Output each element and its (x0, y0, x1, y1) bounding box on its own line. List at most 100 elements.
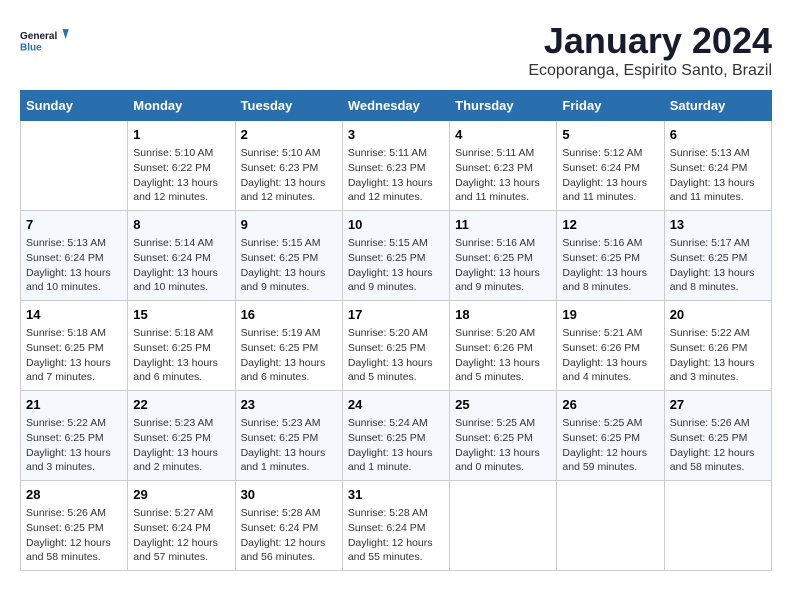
day-number: 2 (241, 126, 337, 144)
calendar-cell (450, 481, 557, 571)
day-number: 6 (670, 126, 766, 144)
day-info: Sunrise: 5:15 AM Sunset: 6:25 PM Dayligh… (348, 236, 444, 295)
calendar-week-row: 28Sunrise: 5:26 AM Sunset: 6:25 PM Dayli… (21, 481, 772, 571)
day-info: Sunrise: 5:18 AM Sunset: 6:25 PM Dayligh… (133, 326, 229, 385)
calendar-cell: 17 Sunrise: 5:20 AM Sunset: 6:25 PM Dayli… (342, 301, 449, 391)
day-info: Sunrise: 5:15 AM Sunset: 6:25 PM Dayligh… (241, 236, 337, 295)
day-info: Sunrise: 5:23 AM Sunset: 6:25 PM Dayligh… (133, 416, 229, 475)
day-number: 11 (455, 216, 551, 234)
day-number: 7 (26, 216, 122, 234)
calendar-cell (664, 481, 771, 571)
calendar-cell: 22 Sunrise: 5:23 AM Sunset: 6:25 PM Dayli… (128, 391, 235, 481)
calendar-cell: 9 Sunrise: 5:15 AM Sunset: 6:25 PM Daylig… (235, 211, 342, 301)
calendar-cell: 23 Sunrise: 5:23 AM Sunset: 6:25 PM Dayli… (235, 391, 342, 481)
day-info: Sunrise: 5:22 AM Sunset: 6:26 PM Dayligh… (670, 326, 766, 385)
calendar-cell: 10Sunrise: 5:15 AM Sunset: 6:25 PM Dayli… (342, 211, 449, 301)
day-info: Sunrise: 5:17 AM Sunset: 6:25 PM Dayligh… (670, 236, 766, 295)
day-info: Sunrise: 5:11 AM Sunset: 6:23 PM Dayligh… (348, 146, 444, 205)
weekday-header: Wednesday (342, 91, 449, 121)
calendar-cell: 29Sunrise: 5:27 AM Sunset: 6:24 PM Dayli… (128, 481, 235, 571)
day-number: 23 (241, 396, 337, 414)
day-info: Sunrise: 5:10 AM Sunset: 6:23 PM Dayligh… (241, 146, 337, 205)
day-number: 27 (670, 396, 766, 414)
day-info: Sunrise: 5:28 AM Sunset: 6:24 PM Dayligh… (241, 506, 337, 565)
day-info: Sunrise: 5:23 AM Sunset: 6:25 PM Dayligh… (241, 416, 337, 475)
calendar-table: SundayMondayTuesdayWednesdayThursdayFrid… (20, 90, 772, 571)
calendar-cell: 3 Sunrise: 5:11 AM Sunset: 6:23 PM Daylig… (342, 121, 449, 211)
weekday-header-row: SundayMondayTuesdayWednesdayThursdayFrid… (21, 91, 772, 121)
calendar-cell: 16 Sunrise: 5:19 AM Sunset: 6:25 PM Dayli… (235, 301, 342, 391)
calendar-cell: 21Sunrise: 5:22 AM Sunset: 6:25 PM Dayli… (21, 391, 128, 481)
day-number: 22 (133, 396, 229, 414)
day-number: 17 (348, 306, 444, 324)
calendar-cell: 8 Sunrise: 5:14 AM Sunset: 6:24 PM Daylig… (128, 211, 235, 301)
day-info: Sunrise: 5:20 AM Sunset: 6:25 PM Dayligh… (348, 326, 444, 385)
day-info: Sunrise: 5:14 AM Sunset: 6:24 PM Dayligh… (133, 236, 229, 295)
weekday-header: Thursday (450, 91, 557, 121)
calendar-week-row: 21Sunrise: 5:22 AM Sunset: 6:25 PM Dayli… (21, 391, 772, 481)
day-info: Sunrise: 5:27 AM Sunset: 6:24 PM Dayligh… (133, 506, 229, 565)
day-info: Sunrise: 5:13 AM Sunset: 6:24 PM Dayligh… (670, 146, 766, 205)
day-info: Sunrise: 5:11 AM Sunset: 6:23 PM Dayligh… (455, 146, 551, 205)
day-info: Sunrise: 5:18 AM Sunset: 6:25 PM Dayligh… (26, 326, 122, 385)
day-number: 25 (455, 396, 551, 414)
calendar-cell: 7 Sunrise: 5:13 AM Sunset: 6:24 PM Daylig… (21, 211, 128, 301)
title-area: January 2024 Ecoporanga, Espirito Santo,… (528, 20, 772, 80)
day-info: Sunrise: 5:12 AM Sunset: 6:24 PM Dayligh… (562, 146, 658, 205)
day-number: 24 (348, 396, 444, 414)
calendar-cell: 6 Sunrise: 5:13 AM Sunset: 6:24 PM Daylig… (664, 121, 771, 211)
calendar-cell: 13 Sunrise: 5:17 AM Sunset: 6:25 PM Dayli… (664, 211, 771, 301)
logo-svg: General Blue (20, 20, 70, 62)
day-number: 4 (455, 126, 551, 144)
day-info: Sunrise: 5:21 AM Sunset: 6:26 PM Dayligh… (562, 326, 658, 385)
calendar-cell: 26Sunrise: 5:25 AM Sunset: 6:25 PM Dayli… (557, 391, 664, 481)
day-info: Sunrise: 5:13 AM Sunset: 6:24 PM Dayligh… (26, 236, 122, 295)
calendar-cell: 2 Sunrise: 5:10 AM Sunset: 6:23 PM Daylig… (235, 121, 342, 211)
calendar-cell: 19 Sunrise: 5:21 AM Sunset: 6:26 PM Dayli… (557, 301, 664, 391)
day-number: 8 (133, 216, 229, 234)
day-number: 30 (241, 486, 337, 504)
calendar-cell (21, 121, 128, 211)
day-number: 18 (455, 306, 551, 324)
calendar-cell: 30 Sunrise: 5:28 AM Sunset: 6:24 PM Dayli… (235, 481, 342, 571)
day-number: 20 (670, 306, 766, 324)
day-number: 13 (670, 216, 766, 234)
day-info: Sunrise: 5:26 AM Sunset: 6:25 PM Dayligh… (26, 506, 122, 565)
day-number: 31 (348, 486, 444, 504)
svg-text:General: General (20, 31, 57, 42)
calendar-cell: 15 Sunrise: 5:18 AM Sunset: 6:25 PM Dayli… (128, 301, 235, 391)
day-number: 19 (562, 306, 658, 324)
calendar-cell: 31 Sunrise: 5:28 AM Sunset: 6:24 PM Dayli… (342, 481, 449, 571)
logo: General Blue (20, 20, 70, 62)
month-title: January 2024 (528, 20, 772, 62)
day-info: Sunrise: 5:10 AM Sunset: 6:22 PM Dayligh… (133, 146, 229, 205)
day-number: 3 (348, 126, 444, 144)
weekday-header: Saturday (664, 91, 771, 121)
calendar-week-row: 7 Sunrise: 5:13 AM Sunset: 6:24 PM Daylig… (21, 211, 772, 301)
location-subtitle: Ecoporanga, Espirito Santo, Brazil (528, 62, 772, 80)
day-number: 14 (26, 306, 122, 324)
calendar-cell: 11Sunrise: 5:16 AM Sunset: 6:25 PM Dayli… (450, 211, 557, 301)
calendar-cell: 5Sunrise: 5:12 AM Sunset: 6:24 PM Daylig… (557, 121, 664, 211)
calendar-cell: 14 Sunrise: 5:18 AM Sunset: 6:25 PM Dayli… (21, 301, 128, 391)
calendar-cell (557, 481, 664, 571)
day-info: Sunrise: 5:22 AM Sunset: 6:25 PM Dayligh… (26, 416, 122, 475)
calendar-cell: 12Sunrise: 5:16 AM Sunset: 6:25 PM Dayli… (557, 211, 664, 301)
day-number: 16 (241, 306, 337, 324)
day-number: 1 (133, 126, 229, 144)
day-number: 9 (241, 216, 337, 234)
calendar-cell: 4 Sunrise: 5:11 AM Sunset: 6:23 PM Daylig… (450, 121, 557, 211)
weekday-header: Tuesday (235, 91, 342, 121)
calendar-cell: 25Sunrise: 5:25 AM Sunset: 6:25 PM Dayli… (450, 391, 557, 481)
calendar-cell: 18Sunrise: 5:20 AM Sunset: 6:26 PM Dayli… (450, 301, 557, 391)
day-info: Sunrise: 5:26 AM Sunset: 6:25 PM Dayligh… (670, 416, 766, 475)
day-info: Sunrise: 5:24 AM Sunset: 6:25 PM Dayligh… (348, 416, 444, 475)
day-info: Sunrise: 5:19 AM Sunset: 6:25 PM Dayligh… (241, 326, 337, 385)
day-number: 12 (562, 216, 658, 234)
weekday-header: Monday (128, 91, 235, 121)
calendar-cell: 28Sunrise: 5:26 AM Sunset: 6:25 PM Dayli… (21, 481, 128, 571)
day-number: 15 (133, 306, 229, 324)
calendar-week-row: 1 Sunrise: 5:10 AM Sunset: 6:22 PM Daylig… (21, 121, 772, 211)
weekday-header: Friday (557, 91, 664, 121)
day-info: Sunrise: 5:28 AM Sunset: 6:24 PM Dayligh… (348, 506, 444, 565)
